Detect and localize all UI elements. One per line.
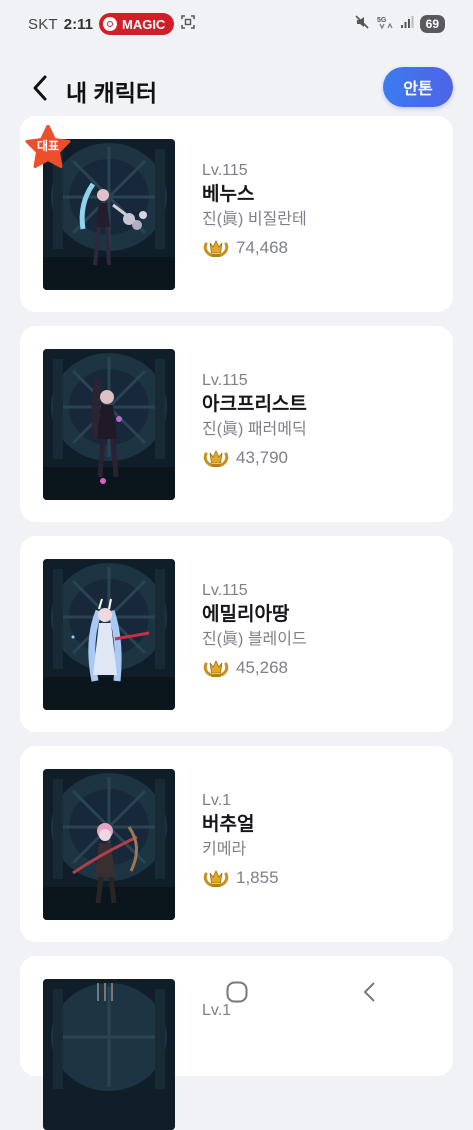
laurel-crown-icon (203, 660, 229, 677)
character-card[interactable]: Lv.1 버추얼 키메라 1,855 (20, 746, 453, 942)
character-class: 진(眞) 블레이드 (202, 631, 307, 648)
character-class: 진(眞) 패러메딕 (202, 421, 307, 438)
character-power-value: 45,268 (236, 658, 288, 677)
character-name: 버추얼 (202, 814, 255, 835)
screen-capture-icon (180, 14, 196, 34)
battery-indicator: 69 (419, 15, 445, 33)
magic-label: MAGIC (121, 16, 166, 32)
character-level: Lv.115 (202, 372, 248, 389)
status-time: 2:11 (63, 15, 93, 33)
carrier-label: SKT (28, 15, 58, 33)
laurel-crown-icon (203, 240, 229, 257)
recents-button[interactable] (93, 980, 117, 1009)
mute-icon (354, 14, 370, 34)
character-power: 74,468 (202, 236, 307, 260)
magic-icon (102, 17, 117, 31)
status-right: 5G 69 (354, 14, 445, 34)
character-power: 43,790 (202, 446, 307, 470)
character-power-value: 43,790 (236, 448, 288, 467)
character-card[interactable]: Lv.115 에밀리아땅 진(眞) 블레이드 45,268 (20, 536, 453, 732)
character-image (43, 769, 175, 920)
network-label: 5G (377, 17, 387, 24)
character-level: Lv.115 (202, 162, 248, 179)
representative-badge-label: 대표 (36, 139, 60, 153)
nav-back-button[interactable] (358, 980, 382, 1009)
character-power: 1,855 (202, 866, 279, 890)
back-button[interactable] (26, 72, 54, 104)
home-icon (226, 981, 248, 1003)
character-image (43, 559, 175, 710)
character-level: Lv.1 (202, 792, 232, 809)
character-info: Lv.115 아크프리스트 진(眞) 패러메딕 43,790 (202, 371, 307, 470)
character-power: 45,268 (202, 656, 307, 680)
character-info: Lv.115 에밀리아땅 진(眞) 블레이드 45,268 (202, 581, 307, 680)
server-select-button[interactable]: 안톤 (383, 67, 453, 107)
character-info: Lv.115 베누스 진(眞) 비질란테 74,468 (202, 161, 307, 260)
character-level: Lv.115 (202, 582, 248, 599)
character-name: 에밀리아땅 (202, 604, 290, 625)
character-class: 키메라 (202, 841, 247, 858)
laurel-crown-icon (203, 450, 229, 467)
nav-back-icon (363, 982, 375, 1002)
network-icon: 5G (376, 14, 394, 34)
character-class: 진(眞) 비질란테 (202, 211, 307, 228)
character-name: 아크프리스트 (202, 394, 307, 415)
character-image (43, 349, 175, 500)
page-title: 내 캐릭터 (66, 80, 158, 106)
home-button[interactable] (225, 980, 249, 1009)
status-left: SKT 2:11 MAGIC (28, 13, 196, 35)
status-bar: SKT 2:11 MAGIC 5G 69 (0, 0, 473, 48)
character-name: 베누스 (202, 184, 255, 205)
recents-icon (97, 983, 113, 1001)
character-list: 대표 Lv.115 베누스 진(眞) 비질란테 74,468 Lv.115 아크… (20, 116, 453, 1130)
app-header: 내 캐릭터 안톤 (0, 62, 473, 114)
character-card[interactable]: 대표 Lv.115 베누스 진(眞) 비질란테 74,468 (20, 116, 453, 312)
character-power-value: 74,468 (236, 238, 288, 257)
character-card[interactable]: Lv.115 아크프리스트 진(眞) 패러메딕 43,790 (20, 326, 453, 522)
character-power-value: 1,855 (236, 868, 279, 887)
character-info: Lv.1 버추얼 키메라 1,855 (202, 791, 279, 890)
magic-badge: MAGIC (98, 13, 175, 35)
signal-icon (400, 15, 414, 33)
laurel-crown-icon (203, 870, 229, 887)
character-card[interactable]: Lv.1 (20, 956, 453, 1130)
chevron-left-icon (33, 75, 47, 101)
